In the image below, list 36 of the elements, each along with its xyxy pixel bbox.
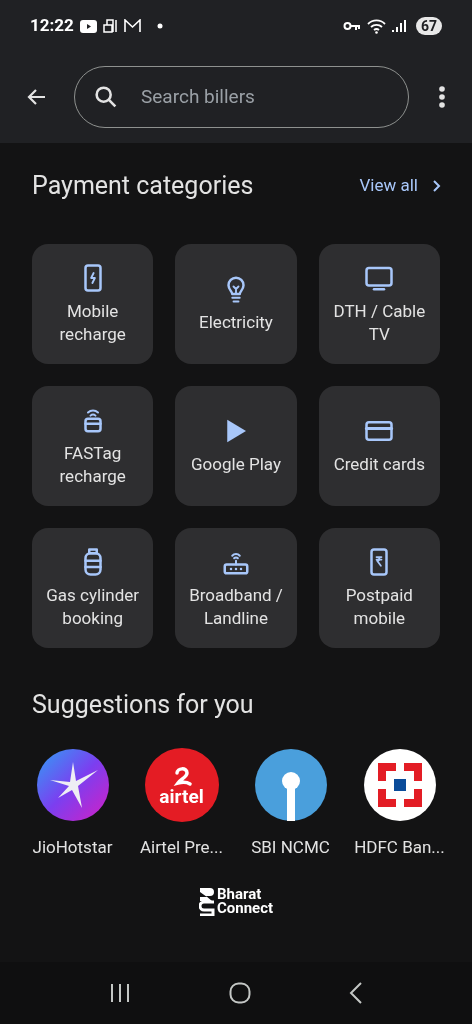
category-tile[interactable]: Postpaid mobile [318, 528, 440, 648]
key-icon [342, 21, 361, 31]
signal-icon [391, 19, 406, 33]
search-field[interactable]: Search billers [74, 65, 409, 128]
section-title: Suggestions for you [32, 689, 254, 722]
recents-button[interactable] [109, 983, 131, 1003]
dot-icon [156, 23, 163, 29]
keyhole-logo-icon [253, 748, 328, 822]
category-tile[interactable]: Google Play [175, 386, 297, 506]
category-tile[interactable]: Credit cards [318, 386, 440, 506]
home-button[interactable] [229, 982, 251, 1004]
airtel-logo: airtel [144, 748, 219, 822]
bharat-connect-logo: Bharat Connect [198, 886, 274, 916]
chevron-right-icon [432, 179, 442, 193]
status-time: 12:22 [30, 14, 74, 38]
biller-item[interactable]: airtel Airtel Pre... [127, 748, 236, 861]
category-tile[interactable]: Electricity [175, 244, 297, 364]
back-nav-button[interactable] [349, 982, 363, 1004]
category-tile[interactable]: Broadband / Landline [175, 528, 297, 648]
notification-icon [102, 19, 118, 33]
more-menu-button[interactable] [438, 83, 446, 110]
category-tile[interactable]: FASTag recharge [32, 386, 154, 506]
section-title: Payment categories [32, 170, 254, 203]
biller-item[interactable]: HDFC Ban... [345, 748, 454, 861]
battery-indicator: 67 [415, 17, 442, 35]
mail-icon [123, 19, 141, 33]
star-logo-icon [35, 748, 110, 822]
biller-item[interactable]: JioHotstar [18, 748, 127, 861]
category-tile[interactable]: Mobile recharge [32, 244, 154, 364]
biller-item[interactable]: SBI NCMC [236, 748, 345, 861]
wifi-icon [366, 18, 386, 34]
video-icon [79, 19, 97, 33]
square-logo-icon [362, 748, 437, 822]
category-tile[interactable]: Gas cylinder booking [32, 528, 154, 648]
view-all-link[interactable]: View all [359, 173, 442, 199]
category-tile[interactable]: DTH / Cable TV [318, 244, 440, 364]
